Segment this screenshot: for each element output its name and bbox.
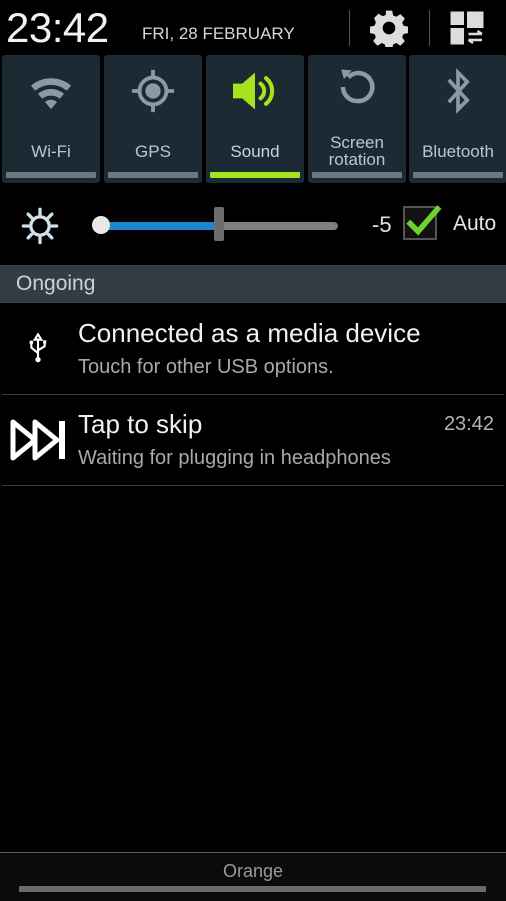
brightness-fill <box>100 222 219 230</box>
checkmark-icon <box>406 205 442 236</box>
gps-icon <box>131 69 175 113</box>
gear-icon <box>370 10 408 47</box>
toggle-indicator <box>312 172 402 178</box>
carrier-label: Orange <box>222 861 284 881</box>
toggle-indicator <box>108 172 198 178</box>
notification-shade-footer: Orange <box>0 852 506 901</box>
sun-icon <box>21 207 59 245</box>
date: FRI, 28 FEBRUARY <box>142 24 295 43</box>
brightness-thumb[interactable] <box>92 216 110 234</box>
toggle-indicator <box>210 172 300 178</box>
edit-toggles-button[interactable] <box>447 8 487 48</box>
brightness-value: -5 <box>372 212 392 237</box>
section-header: Ongoing <box>0 265 506 303</box>
quick-toggles: Wi-Fi GPS Sound Screen rotation Bluetoot… <box>0 55 506 185</box>
toggle-bluetooth[interactable]: Bluetooth <box>409 55 506 183</box>
notification-time: 23:42 <box>443 413 494 435</box>
toggle-indicator <box>6 172 96 178</box>
speaker-icon <box>233 72 275 110</box>
wifi-icon <box>31 78 71 109</box>
divider <box>2 485 504 486</box>
clock: 23:42 <box>6 4 109 51</box>
brightness-level-marker[interactable] <box>214 207 224 241</box>
toggle-label: GPS <box>135 141 171 161</box>
separator <box>429 10 430 46</box>
toggle-sound[interactable]: Sound <box>206 55 304 183</box>
usb-icon <box>29 333 47 363</box>
brightness-button[interactable] <box>20 206 60 251</box>
status-header: 23:42 FRI, 28 FEBRUARY <box>0 0 506 55</box>
notification-title: Tap to skip <box>78 409 203 439</box>
brightness-row: -5 Auto <box>0 190 506 262</box>
section-title: Ongoing <box>16 272 96 295</box>
drag-handle[interactable] <box>19 886 486 892</box>
separator <box>349 10 350 46</box>
toggle-gps[interactable]: GPS <box>104 55 202 183</box>
skip-forward-icon <box>10 419 65 461</box>
toggle-label: Bluetooth <box>422 141 494 161</box>
toggle-label: Sound <box>230 141 280 161</box>
notification-text: Waiting for plugging in headphones <box>78 447 391 469</box>
toggle-indicator <box>413 172 503 178</box>
bluetooth-icon <box>447 68 470 114</box>
notification-usb[interactable]: Connected as a media device Touch for ot… <box>0 304 506 394</box>
notification-text: Touch for other USB options. <box>78 356 334 378</box>
toggle-screen-rotation[interactable]: Screen rotation <box>308 55 406 183</box>
notification-tap-to-skip[interactable]: Tap to skip Waiting for plugging in head… <box>0 395 506 485</box>
toggle-label: Screen rotation <box>328 133 386 169</box>
rotation-icon <box>340 69 375 104</box>
auto-label: Auto <box>453 212 497 235</box>
auto-brightness-checkbox[interactable] <box>403 205 442 240</box>
grid-swap-icon <box>450 11 484 45</box>
notification-title: Connected as a media device <box>78 318 421 348</box>
settings-button[interactable] <box>369 8 409 48</box>
toggle-label: Wi-Fi <box>31 141 71 161</box>
toggle-wifi[interactable]: Wi-Fi <box>2 55 100 183</box>
